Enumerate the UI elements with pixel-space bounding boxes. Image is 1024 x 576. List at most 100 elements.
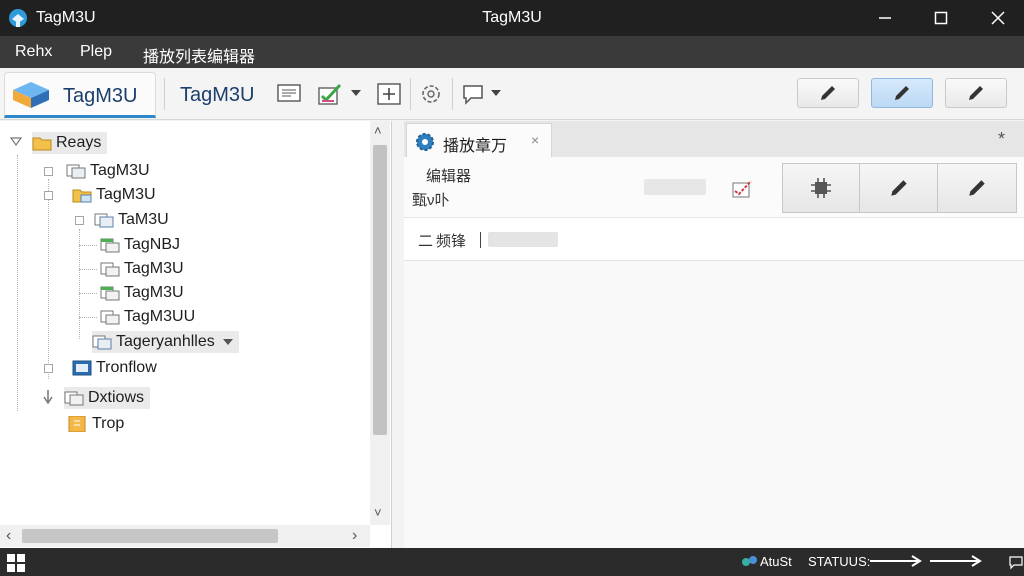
row-number: 二 (418, 233, 434, 250)
brand-tab[interactable]: TagM3U (4, 72, 156, 118)
tree-guide (79, 245, 97, 246)
tree-node[interactable]: TagM3UU (100, 306, 195, 328)
tab-strip: 播放章万 × * (404, 121, 1024, 157)
app-window: TagM3U TagM3U Rehx Plep 播放列表编辑器 TagM3U T… (0, 0, 1024, 576)
tab-label: 播放章万 (443, 138, 508, 155)
editor-panel: 播放章万 × * 编辑器 甄ν卟 二 频锋 (404, 121, 1024, 548)
close-icon (991, 11, 1005, 25)
close-button[interactable] (975, 0, 1021, 36)
property-row[interactable]: 二 频锋 (404, 217, 1024, 261)
scroll-up-icon[interactable]: ˄ (374, 123, 382, 138)
scroll-thumb[interactable] (22, 529, 278, 543)
tree-node-label: TagM3U (124, 260, 184, 277)
menu-item-plep[interactable]: Plep (80, 43, 112, 61)
maximize-button[interactable] (918, 0, 964, 36)
tree-node[interactable]: TaM3U (94, 209, 169, 231)
checklist-icon[interactable] (730, 175, 756, 201)
scroll-down-icon[interactable]: ˅ (374, 505, 382, 520)
value-field[interactable] (644, 179, 706, 195)
edit-alt-button[interactable] (937, 163, 1017, 213)
app-title: TagM3U (36, 9, 96, 26)
chevron-down-icon[interactable] (222, 339, 233, 345)
settings-icon (422, 85, 440, 103)
playlist-file-icon (66, 164, 86, 179)
minimize-button[interactable] (862, 0, 908, 36)
list-button[interactable] (276, 81, 302, 107)
tree-node[interactable]: Trop (68, 413, 124, 435)
pencil-icon (821, 86, 835, 100)
title-bar: TagM3U TagM3U (0, 0, 1024, 36)
tree-node[interactable]: TagM3U (72, 184, 156, 206)
chevron-down-icon[interactable] (351, 90, 361, 96)
tree-horizontal-scrollbar[interactable]: ‹ › (0, 525, 370, 547)
toolbar: TagM3U TagM3U (0, 68, 1024, 120)
track-file-icon (100, 262, 120, 277)
tree-node[interactable]: Dxtiows (64, 387, 151, 409)
toolbar-divider (410, 78, 411, 110)
flow-folder-icon (72, 360, 92, 376)
edit-button[interactable] (797, 78, 859, 108)
tree-panel: Reays TagM3U TagM3U TaM3U TagNBJ TagM3U … (0, 121, 392, 548)
scroll-left-icon[interactable]: ‹ (6, 527, 11, 545)
track-file-icon (100, 238, 120, 253)
tree-guide (79, 293, 97, 294)
status-app-icon[interactable] (741, 554, 759, 570)
tree-node-label: Dxtiows (88, 389, 145, 406)
maximize-icon (934, 11, 948, 25)
tree-node[interactable]: TagM3U (66, 160, 150, 182)
tree-expander[interactable] (44, 364, 53, 373)
cpu-button[interactable] (782, 163, 860, 213)
window-icon (64, 391, 84, 406)
edit-button[interactable] (859, 163, 938, 213)
menu-item-rehx[interactable]: Rehx (15, 43, 52, 61)
settings-button[interactable] (418, 81, 444, 107)
folder-icon (32, 137, 52, 151)
pencil-icon (969, 180, 985, 196)
add-button[interactable] (376, 81, 402, 107)
tree-node-label: Trop (92, 415, 125, 432)
tree-expander[interactable] (75, 216, 84, 225)
toolbar-divider (452, 78, 453, 110)
track-file-icon (100, 310, 120, 325)
row-value-field[interactable] (488, 232, 558, 247)
tree-guide (79, 317, 97, 318)
add-icon (377, 83, 401, 105)
track-file-icon (100, 286, 120, 301)
status-item: AtuSt (760, 554, 792, 569)
notification-icon[interactable] (1008, 554, 1024, 570)
checklist-button[interactable] (318, 81, 344, 107)
scroll-right-icon[interactable]: › (352, 527, 357, 545)
edit-alt-button[interactable] (945, 78, 1007, 108)
tree-node-label: Tronflow (96, 359, 157, 376)
tree-node-label: TagM3U (96, 186, 156, 203)
checklist-icon (318, 83, 342, 105)
comment-icon (463, 85, 483, 105)
playlist-file-icon (92, 335, 112, 350)
tree-root-node[interactable]: Reays (32, 132, 108, 154)
windows-start-icon[interactable] (7, 554, 25, 572)
tree-node[interactable]: TagM3U (100, 258, 184, 280)
comment-button[interactable] (460, 81, 486, 107)
edit-active-button[interactable] (871, 78, 933, 108)
tree-vertical-scrollbar[interactable]: ˄ ˅ (370, 121, 390, 525)
tree-node[interactable]: TagNBJ (100, 234, 180, 256)
scroll-thumb[interactable] (373, 145, 387, 435)
chevron-down-icon[interactable] (491, 90, 501, 96)
status-label: STATUUS: (808, 554, 871, 569)
tab-playlist[interactable]: 播放章万 × (406, 123, 552, 157)
menu-item-playlist-editor[interactable]: 播放列表编辑器 (143, 43, 255, 67)
row-key: 频锋 (436, 233, 467, 250)
tree-node[interactable]: Tronflow (72, 357, 157, 379)
tab-close-icon[interactable]: × (531, 132, 539, 148)
pin-icon[interactable]: * (998, 129, 1005, 150)
tree-node[interactable]: TagM3U (100, 282, 184, 304)
app-logo-icon (9, 9, 27, 27)
tree-node-selected[interactable]: Tagerуanhlles (92, 331, 239, 353)
tree-expander[interactable] (44, 191, 53, 200)
tree-expander[interactable] (44, 167, 53, 176)
tree-collapse-icon[interactable] (10, 137, 22, 147)
arrow-down-icon[interactable] (42, 389, 54, 405)
editor-canvas[interactable] (404, 262, 1024, 548)
note-icon (68, 416, 86, 432)
pencil-icon (890, 180, 907, 196)
